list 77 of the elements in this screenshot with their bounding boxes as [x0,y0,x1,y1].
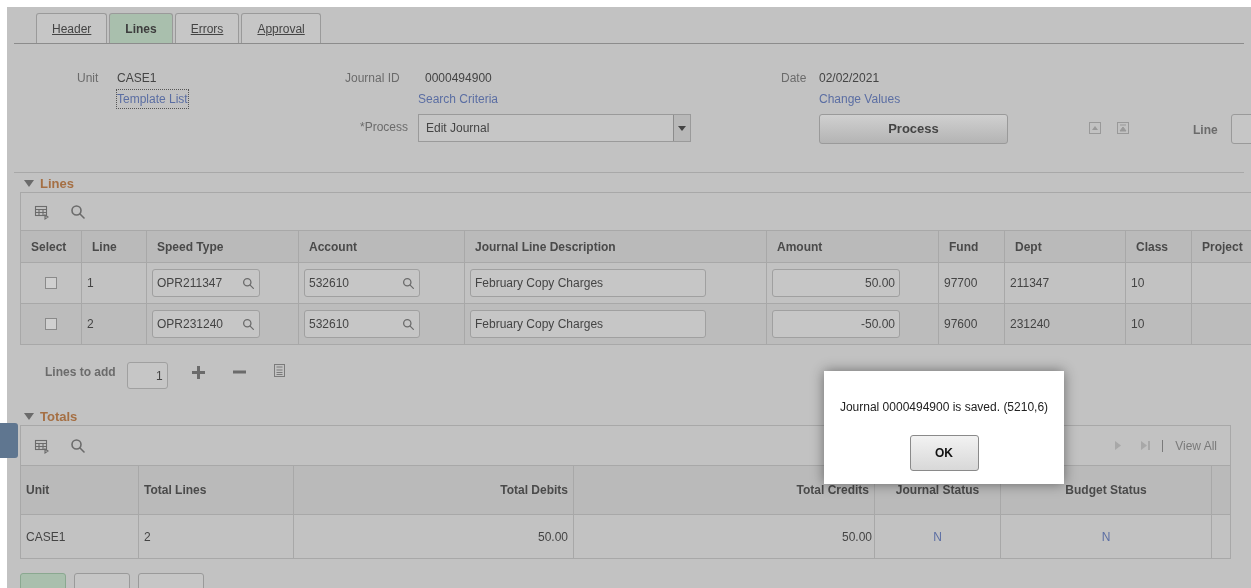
unit-value: CASE1 [117,70,157,87]
column-header: Total Lines [144,482,207,499]
description-field[interactable]: February Copy Charges [470,269,706,297]
column-header: Budget Status [1065,482,1147,499]
table-cell-text: 97600 [944,316,978,333]
personalize-grid-icon[interactable] [34,437,50,454]
tab[interactable]: Lines [109,13,173,43]
tab[interactable]: Header [36,13,108,43]
search-icon[interactable] [242,276,255,290]
column-header: Class [1136,238,1169,256]
account-field[interactable]: 532610 [304,269,420,297]
find-icon[interactable] [70,437,86,454]
collapse-caret-icon[interactable] [24,412,34,421]
column-header: Unit [26,482,50,499]
table-cell-text: 10 [1131,316,1145,333]
table-cell-text: 50.00 [537,528,568,546]
column-header: Journal Line Description [475,238,616,256]
amount-field[interactable]: 50.00 [772,269,900,297]
dialog-message: Journal 0000494900 is saved. (5210,6) [839,399,1049,416]
column-header: Line [92,238,117,256]
amount-field[interactable]: -50.00 [772,310,900,338]
action-button[interactable] [74,573,130,588]
description-field[interactable]: February Copy Charges [470,310,706,338]
column-header: Amount [777,238,823,256]
speed-type-field[interactable]: OPR211347 [152,269,260,297]
process-button[interactable]: Process [819,114,1008,144]
column-header: Select [31,238,67,256]
column-header: Speed Type [157,238,224,256]
tab[interactable]: Approval [241,13,321,43]
column-header: Journal Status [895,482,980,499]
section-title: Lines [40,174,74,193]
top-row-icon[interactable] [1117,122,1129,134]
tab[interactable]: Errors [174,13,240,43]
account-field[interactable]: 532610 [304,310,420,338]
speed-type-field[interactable]: OPR231240 [152,310,260,338]
table-cell-text: 1 [87,275,94,292]
collapse-caret-icon[interactable] [24,179,34,188]
search-icon[interactable] [242,317,255,331]
column-header: Total Debits [500,482,568,499]
side-tab-handle[interactable] [0,423,18,458]
field-label: Line [1193,122,1218,139]
section-title: Totals [40,407,78,426]
date-value: 02/02/2021 [819,70,880,87]
field-label: Unit [77,70,99,87]
column-header: Dept [1015,238,1042,256]
column-header: Fund [949,238,979,256]
table-cell-text: 231240 [1010,316,1051,333]
table-cell-text: 50.00 [841,528,872,546]
column-header: Project [1202,238,1243,256]
remove-icon[interactable] [232,370,246,374]
select-checkbox[interactable] [45,277,57,289]
field-label: Lines to add [45,364,116,381]
dropdown-arrow-icon [678,125,686,131]
select-checkbox[interactable] [45,318,57,330]
action-button[interactable] [138,573,204,588]
column-header: Account [309,238,357,256]
table-cell-text: 97700 [944,275,978,292]
first-row-icon[interactable] [1089,122,1101,134]
table-cell-text: CASE1 [26,528,66,546]
personalize-grid-icon[interactable] [34,203,50,220]
add-icon[interactable] [191,365,205,379]
table-cell-text: 2 [144,528,151,546]
table-cell-text: 10 [1131,275,1145,292]
field-label: Journal ID [345,70,400,87]
calculator-icon[interactable] [273,363,285,377]
field-label: *Process [360,119,409,136]
lines-to-add-field[interactable]: 1 [126,361,168,389]
journal-id-value: 0000494900 [425,70,492,87]
search-icon[interactable] [402,317,415,331]
ok-button[interactable]: OK [909,435,979,471]
field-label: Date [781,70,807,87]
table-cell-text: 2 [87,316,94,333]
table-cell-text: 211347 [1010,275,1050,292]
column-header: Total Credits [796,482,869,499]
process-dropdown[interactable]: Edit Journal [418,114,691,142]
search-icon[interactable] [402,276,415,290]
find-icon[interactable] [70,203,86,220]
